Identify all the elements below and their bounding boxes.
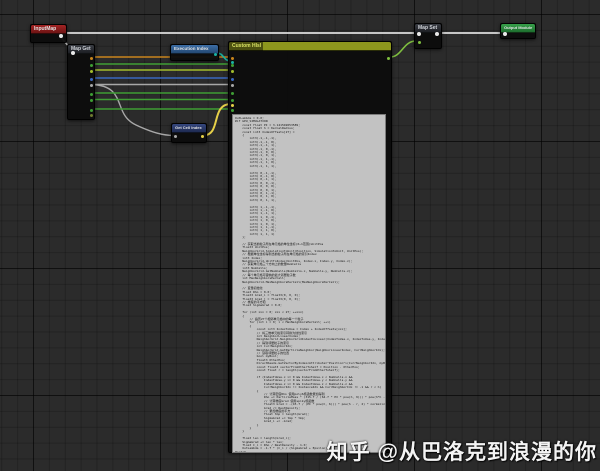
output-pin-blue[interactable] xyxy=(90,78,93,81)
output-pin-lambda[interactable] xyxy=(387,57,390,60)
node-custom-hlsl[interactable]: Custom Hlsl OutLambda = 0.0; #if GPU_SIM… xyxy=(228,41,392,453)
input-pin-gray[interactable] xyxy=(174,135,177,138)
output-pin-yellow[interactable] xyxy=(201,135,204,138)
output-pin-gray[interactable] xyxy=(90,84,93,87)
input-pin-green-1[interactable] xyxy=(231,64,234,67)
node-title: InputMap xyxy=(31,25,66,34)
wire-gray-curve[interactable] xyxy=(92,85,174,136)
node-map-get[interactable]: Map Get xyxy=(67,44,95,120)
input-pin-green-3[interactable] xyxy=(231,99,234,102)
wire-lime-up[interactable] xyxy=(390,41,416,57)
output-pin-green-2[interactable] xyxy=(90,93,93,96)
input-pin-yellowgreen[interactable] xyxy=(231,70,234,73)
node-input-map[interactable]: InputMap xyxy=(30,24,67,43)
node-output-module[interactable]: Output Module xyxy=(500,23,536,39)
output-pin-green-1[interactable] xyxy=(90,64,93,67)
input-pin-exec[interactable] xyxy=(417,32,421,36)
hlsl-code-editor[interactable]: OutLambda = 0.0; #if GPU_SIMULATION cons… xyxy=(232,114,386,453)
input-pin-exec[interactable] xyxy=(503,32,507,36)
node-map-set[interactable]: Map Set xyxy=(414,23,442,49)
node-title: Custom Hlsl xyxy=(229,42,391,51)
output-pin-exec[interactable] xyxy=(435,32,439,36)
input-pin-gray[interactable] xyxy=(231,84,234,87)
zhihu-logo-text: 知乎 xyxy=(327,441,371,464)
input-pin-yellow[interactable] xyxy=(231,104,234,107)
input-pin-lime[interactable] xyxy=(418,41,421,44)
input-pin-green-4[interactable] xyxy=(231,109,234,112)
node-get-cell-index[interactable]: Get Cell Index xyxy=(171,123,207,143)
graph-canvas[interactable]: InputMap Map Get Execution Index Custom … xyxy=(0,0,600,471)
hlsl-code-text: OutLambda = 0.0; #if GPU_SIMULATION cons… xyxy=(233,115,385,453)
node-execution-index[interactable]: Execution Index xyxy=(170,44,219,61)
output-pin-teal[interactable] xyxy=(214,53,217,56)
watermark-author: @从巴洛克到浪漫的你 xyxy=(378,441,597,464)
output-pin-yellowgreen[interactable] xyxy=(90,70,93,73)
input-pin-blue[interactable] xyxy=(231,78,234,81)
output-pin-exec[interactable] xyxy=(59,34,63,38)
output-pin-gold[interactable] xyxy=(90,57,93,60)
output-pin-green-4[interactable] xyxy=(90,109,93,112)
input-pin-gold[interactable] xyxy=(231,57,234,60)
zhihu-watermark: 知乎 @从巴洛克到浪漫的你 xyxy=(327,436,597,466)
node-title: Get Cell Index xyxy=(172,124,206,133)
node-title: Execution Index xyxy=(171,45,218,54)
input-pin-green-2[interactable] xyxy=(231,92,234,95)
output-pin-green-3[interactable] xyxy=(90,99,93,102)
input-pin-exec[interactable] xyxy=(71,51,75,55)
add-pin[interactable] xyxy=(90,114,93,117)
